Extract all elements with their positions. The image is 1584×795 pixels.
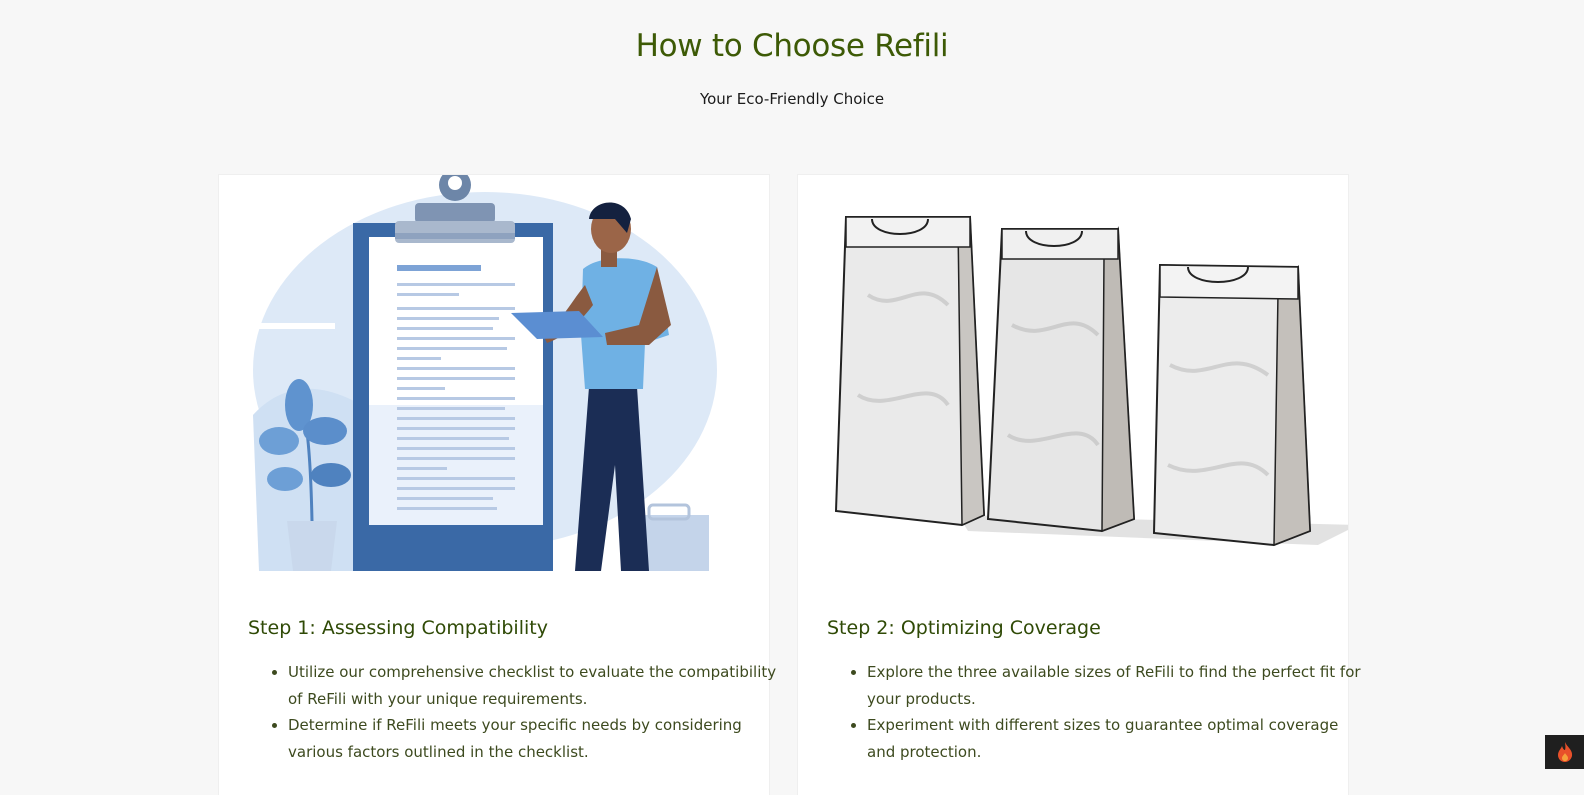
page-title: How to Choose Refili: [635, 28, 949, 64]
list-item: Determine if ReFili meets your specific …: [288, 712, 788, 765]
step-card-2: Step 2: Optimizing Coverage Explore the …: [798, 175, 1361, 795]
list-item: Experiment with different sizes to guara…: [867, 712, 1367, 765]
refill-bags-illustration: [798, 175, 1348, 571]
checklist-illustration: [219, 175, 769, 571]
step-2-bullets: Explore the three available sizes of ReF…: [827, 659, 1367, 765]
list-item: Utilize our comprehensive checklist to e…: [288, 659, 788, 712]
flame-icon: [1557, 742, 1572, 762]
step-1-title: Step 1: Assessing Compatibility: [248, 617, 548, 639]
step-1-bullets: Utilize our comprehensive checklist to e…: [248, 659, 788, 765]
list-item: Explore the three available sizes of ReF…: [867, 659, 1367, 712]
step-2-title: Step 2: Optimizing Coverage: [827, 617, 1101, 639]
floating-widget-button[interactable]: [1545, 735, 1584, 769]
page-subtitle: Your Eco-Friendly Choice: [699, 90, 885, 108]
step-card-1: Step 1: Assessing Compatibility Utilize …: [219, 175, 776, 795]
